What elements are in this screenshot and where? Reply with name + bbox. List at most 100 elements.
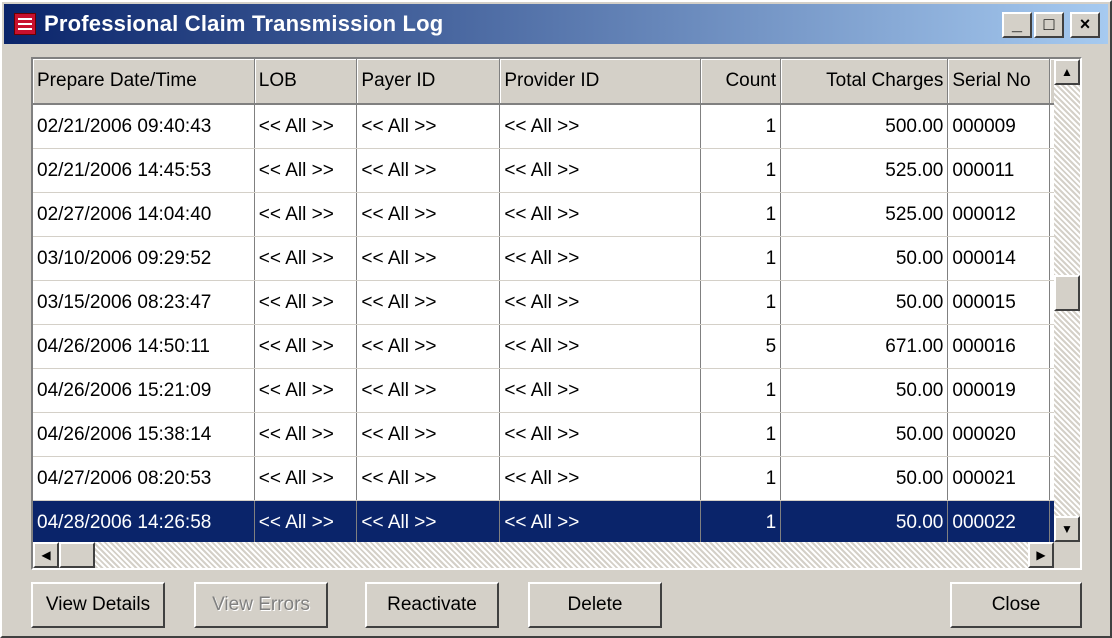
cell-total-charges: 525.00 (780, 148, 949, 193)
cell-provider-id: << All >> (499, 412, 701, 457)
cell-payer-id: << All >> (356, 236, 501, 281)
cell-lob: << All >> (254, 368, 358, 413)
column-header-lob[interactable]: LOB (254, 59, 358, 105)
table-row[interactable]: 02/27/2006 14:04:40 << All >> << All >> << … (33, 192, 1080, 237)
cell-payer-id: << All >> (356, 324, 501, 369)
cell-total-charges: 50.00 (780, 280, 949, 325)
cell-count: 1 (700, 368, 782, 413)
cell-lob: << All >> (254, 148, 358, 193)
cell-payer-id: << All >> (356, 148, 501, 193)
cell-payer-id: << All >> (356, 412, 501, 457)
cell-total-charges: 50.00 (780, 368, 949, 413)
cell-count: 1 (700, 500, 782, 545)
reactivate-button[interactable]: Reactivate (365, 582, 499, 628)
cell-provider-id: << All >> (499, 104, 701, 149)
transmission-log-window: Professional Claim Transmission Log _ □ … (0, 0, 1112, 638)
claim-log-table: Prepare Date/Time LOB Payer ID Provider … (33, 59, 1080, 545)
vertical-scrollbar[interactable]: ▲ ▼ (1054, 59, 1080, 542)
cell-prepare-date: 04/26/2006 15:21:09 (33, 368, 255, 413)
column-header-serial-no[interactable]: Serial No (947, 59, 1051, 105)
cell-count: 1 (700, 236, 782, 281)
cell-provider-id: << All >> (499, 324, 701, 369)
cell-prepare-date: 04/27/2006 08:20:53 (33, 456, 255, 501)
cell-serial-no: 000015 (947, 280, 1051, 325)
cell-lob: << All >> (254, 236, 358, 281)
column-header-total-charges[interactable]: Total Charges (780, 59, 949, 105)
cell-total-charges: 671.00 (780, 324, 949, 369)
cell-total-charges: 50.00 (780, 456, 949, 501)
cell-payer-id: << All >> (356, 192, 501, 237)
claim-log-grid[interactable]: Prepare Date/Time LOB Payer ID Provider … (31, 57, 1082, 570)
vertical-scroll-thumb[interactable] (1054, 275, 1080, 311)
cell-total-charges: 525.00 (780, 192, 949, 237)
cell-count: 1 (700, 104, 782, 149)
maximize-button[interactable]: □ (1034, 12, 1064, 38)
cell-total-charges: 500.00 (780, 104, 949, 149)
view-errors-button[interactable]: View Errors (194, 582, 328, 628)
view-details-button[interactable]: View Details (31, 582, 165, 628)
arrow-down-icon[interactable]: ▼ (1054, 516, 1080, 542)
cell-count: 1 (700, 280, 782, 325)
cell-serial-no: 000011 (947, 148, 1051, 193)
table-row[interactable]: 04/26/2006 14:50:11 << All >> << All >> << … (33, 324, 1080, 369)
cell-lob: << All >> (254, 280, 358, 325)
cell-total-charges: 50.00 (780, 412, 949, 457)
cell-count: 1 (700, 412, 782, 457)
column-header-provider-id[interactable]: Provider ID (499, 59, 701, 105)
cell-serial-no: 000021 (947, 456, 1051, 501)
cell-prepare-date: 03/10/2006 09:29:52 (33, 236, 255, 281)
delete-button[interactable]: Delete (528, 582, 662, 628)
cell-serial-no: 000016 (947, 324, 1051, 369)
app-icon[interactable] (14, 13, 36, 35)
table-row[interactable]: 03/15/2006 08:23:47 << All >> << All >> << … (33, 280, 1080, 325)
arrow-left-icon[interactable]: ◀ (33, 542, 59, 568)
cell-lob: << All >> (254, 500, 358, 545)
cell-count: 5 (700, 324, 782, 369)
table-row[interactable]: 04/27/2006 08:20:53 << All >> << All >> << … (33, 456, 1080, 501)
window-title: Professional Claim Transmission Log (44, 11, 444, 36)
arrow-right-icon[interactable]: ▶ (1028, 542, 1054, 568)
cell-prepare-date: 02/27/2006 14:04:40 (33, 192, 255, 237)
cell-count: 1 (700, 192, 782, 237)
header-row: Prepare Date/Time LOB Payer ID Provider … (33, 59, 1080, 105)
horizontal-scroll-thumb[interactable] (59, 542, 95, 568)
cell-provider-id: << All >> (499, 192, 701, 237)
window-controls: _ □ × (1002, 12, 1100, 38)
close-window-button[interactable]: × (1070, 12, 1100, 38)
cell-payer-id: << All >> (356, 456, 501, 501)
scrollbar-corner (1054, 542, 1080, 568)
cell-prepare-date: 04/26/2006 14:50:11 (33, 324, 255, 369)
table-row[interactable]: 02/21/2006 14:45:53 << All >> << All >> << … (33, 148, 1080, 193)
grid-body: 02/21/2006 09:40:43 << All >> << All >> << … (33, 104, 1080, 545)
arrow-up-icon[interactable]: ▲ (1054, 59, 1080, 85)
cell-provider-id: << All >> (499, 456, 701, 501)
close-button[interactable]: Close (950, 582, 1082, 628)
cell-serial-no: 000022 (947, 500, 1051, 545)
column-header-prepare-date[interactable]: Prepare Date/Time (33, 59, 255, 105)
cell-payer-id: << All >> (356, 500, 501, 545)
column-header-payer-id[interactable]: Payer ID (356, 59, 501, 105)
cell-lob: << All >> (254, 192, 358, 237)
title-bar[interactable]: Professional Claim Transmission Log _ □ … (4, 4, 1108, 44)
cell-serial-no: 000019 (947, 368, 1051, 413)
cell-lob: << All >> (254, 104, 358, 149)
cell-payer-id: << All >> (356, 280, 501, 325)
table-row[interactable]: 04/26/2006 15:38:14 << All >> << All >> << … (33, 412, 1080, 457)
cell-prepare-date: 02/21/2006 14:45:53 (33, 148, 255, 193)
cell-count: 1 (700, 456, 782, 501)
cell-lob: << All >> (254, 412, 358, 457)
cell-payer-id: << All >> (356, 104, 501, 149)
cell-serial-no: 000012 (947, 192, 1051, 237)
table-row[interactable]: 02/21/2006 09:40:43 << All >> << All >> << … (33, 104, 1080, 149)
cell-prepare-date: 04/26/2006 15:38:14 (33, 412, 255, 457)
table-row[interactable]: 04/26/2006 15:21:09 << All >> << All >> << … (33, 368, 1080, 413)
table-row[interactable]: 03/10/2006 09:29:52 << All >> << All >> << … (33, 236, 1080, 281)
minimize-button[interactable]: _ (1002, 12, 1032, 38)
cell-count: 1 (700, 148, 782, 193)
horizontal-scrollbar[interactable]: ◀ ▶ (33, 542, 1054, 568)
column-header-count[interactable]: Count (700, 59, 782, 105)
cell-prepare-date: 03/15/2006 08:23:47 (33, 280, 255, 325)
table-row[interactable]: 04/28/2006 14:26:58 << All >> << All >> << … (33, 500, 1080, 545)
cell-total-charges: 50.00 (780, 236, 949, 281)
cell-lob: << All >> (254, 456, 358, 501)
